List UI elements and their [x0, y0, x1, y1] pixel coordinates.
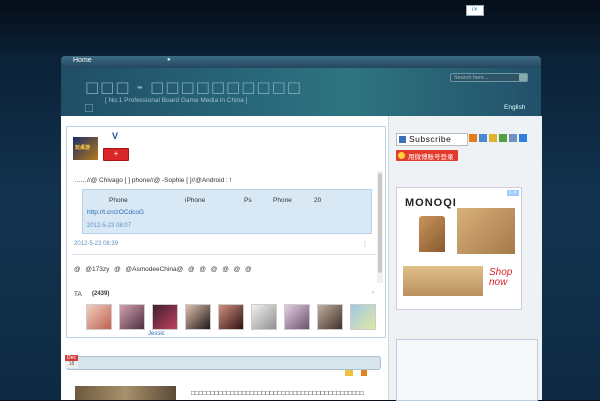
- subscribe-icon: [399, 136, 406, 143]
- reader-icon[interactable]: [509, 134, 517, 142]
- post-text: @ @173zy @ @AsmodeeChina@ @ @ @ @ @ @: [74, 266, 252, 273]
- quoted-post: Phone iPhone Ps Phone 20 http://t.cn/zOC…: [82, 189, 372, 234]
- quote-word: Phone: [273, 197, 292, 204]
- reader-icon[interactable]: [489, 134, 497, 142]
- quoted-link[interactable]: http://t.cn/zOCdcoG: [87, 209, 144, 216]
- ad-product-image: [403, 266, 483, 296]
- folder-icon[interactable]: [345, 370, 353, 376]
- sidebar-widget: [396, 339, 538, 401]
- quote-word: 20: [314, 197, 322, 204]
- site-tagline: [ No.1 Professional Board Game Media in …: [105, 97, 248, 104]
- nav-home-link[interactable]: Home: [73, 57, 92, 64]
- ad-product-image: [457, 208, 515, 254]
- reader-icon[interactable]: [499, 134, 507, 142]
- ad-shop-now[interactable]: Shop now: [489, 268, 521, 288]
- reader-icon[interactable]: [519, 134, 527, 142]
- main-content: 玩桌游 V + ……//@ Chivago [ ] phone//@ -Soph…: [61, 116, 388, 400]
- fan-avatar[interactable]: [251, 304, 277, 330]
- more-options-icon[interactable]: ⋮: [362, 241, 368, 248]
- site-title-extra: □: [85, 100, 93, 115]
- nav-dot-icon: ●: [167, 57, 171, 63]
- ad-brand: MONOQI: [405, 197, 457, 209]
- weibo-avatar[interactable]: 玩桌游: [73, 137, 98, 160]
- post-title-bar[interactable]: [66, 356, 381, 370]
- scrollbar-thumb[interactable]: [378, 173, 382, 273]
- post-excerpt: □□□□□□□□□□□□□□□□□□□□□□□□□□□□□□□□□□□□□□□□…: [191, 390, 364, 397]
- weibo-feed: ……//@ Chivago [ ] phone//@ -Sophie [ ]//…: [72, 171, 376, 283]
- verified-icon: V: [112, 131, 119, 141]
- fan-avatar[interactable]: [152, 304, 178, 330]
- reader-icon[interactable]: [479, 134, 487, 142]
- fan-avatar[interactable]: [119, 304, 145, 330]
- subscribe-button[interactable]: Subscribe: [396, 133, 468, 146]
- site-title[interactable]: □□□ - □□□□□□□□□□: [85, 78, 302, 96]
- quote-word: iPhone: [185, 197, 206, 204]
- weibo-login-label: 用微博账号登录: [408, 154, 454, 161]
- rss-feed-icon[interactable]: [469, 134, 477, 142]
- advertisement[interactable]: MONOQI ▷✕ Shop now: [396, 187, 522, 310]
- fan-avatar[interactable]: [317, 304, 343, 330]
- quote-word: Ps: [244, 197, 252, 204]
- rss-icon[interactable]: [361, 370, 367, 376]
- fans-count: (2439): [92, 291, 110, 297]
- fan-avatar[interactable]: [185, 304, 211, 330]
- fan-name[interactable]: Jessic: [148, 331, 165, 337]
- quoted-timestamp[interactable]: 2012-5-23 08:07: [87, 223, 131, 229]
- fan-avatar[interactable]: [86, 304, 112, 330]
- post-day: 18: [65, 361, 78, 368]
- post-date-badge: Dec 18: [65, 355, 78, 369]
- search-icon[interactable]: [519, 74, 527, 81]
- top-nav-bar: Home ●: [61, 56, 541, 68]
- quote-word: Phone: [109, 197, 128, 204]
- post-text: ……//@ Chivago [ ] phone//@ -Sophie [ ]//…: [74, 177, 232, 184]
- weibo-login-button[interactable]: 用微博账号登录: [396, 150, 458, 161]
- weibo-icon: [398, 152, 405, 159]
- fans-label: TA: [74, 291, 82, 298]
- fan-avatar[interactable]: [218, 304, 244, 330]
- language-link[interactable]: English: [504, 104, 525, 111]
- weibo-widget: 玩桌游 V + ……//@ Chivago [ ] phone//@ -Soph…: [66, 126, 386, 338]
- ad-badge-icon[interactable]: ▷✕: [507, 190, 519, 196]
- logo-text: 玩桌游: [75, 145, 91, 151]
- search-input[interactable]: Search here...: [450, 73, 528, 82]
- post-thumbnail[interactable]: [75, 386, 176, 400]
- fan-avatar[interactable]: [284, 304, 310, 330]
- feed-scrollbar[interactable]: [377, 171, 383, 283]
- ad-choices-icon[interactable]: i✕: [466, 5, 484, 16]
- ad-product-image: [419, 216, 445, 252]
- post-timestamp[interactable]: 2012-5-23 08:39: [74, 241, 118, 247]
- subscribe-label: Subscribe: [409, 134, 452, 144]
- follow-button[interactable]: +: [103, 148, 129, 161]
- divider: [72, 254, 376, 255]
- fans-arrow-icon[interactable]: ›: [372, 290, 374, 296]
- fan-avatar[interactable]: [350, 304, 376, 330]
- site-header: □□□ - □□□□□□□□□□ □ [ No.1 Professional B…: [61, 68, 541, 116]
- sidebar: Subscribe 用微博账号登录 MONOQI ▷✕ Shop now: [388, 116, 542, 401]
